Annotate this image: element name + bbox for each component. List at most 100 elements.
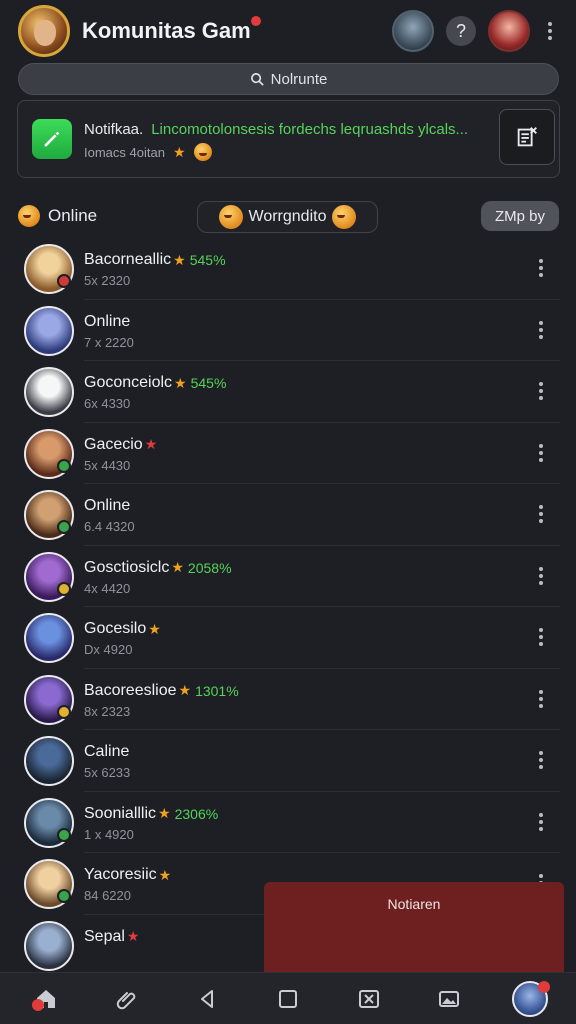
- friend-meta: 7 x 2220: [84, 334, 134, 350]
- status-badge: [57, 274, 71, 288]
- friend-meta: 1 x 4920: [84, 826, 134, 842]
- square-icon[interactable]: [268, 979, 308, 1019]
- friend-avatar[interactable]: [24, 613, 74, 663]
- notification-dot: [537, 980, 550, 993]
- friend-meta: 5x 4430: [84, 457, 131, 473]
- notification-dot: [32, 998, 45, 1011]
- back-triangle-icon[interactable]: [187, 979, 227, 1019]
- notification-line: Notifkaa. Lincomotolonsesis fordechs leqr…: [84, 121, 469, 138]
- friend-name: Goconceiolc ★ 545%: [84, 374, 227, 391]
- search-input[interactable]: Nolrunte: [18, 63, 559, 95]
- friend-name: Bacorneallic ★ 545%: [84, 251, 226, 268]
- status-badge: [57, 520, 71, 534]
- kebab-menu-icon[interactable]: [533, 502, 549, 526]
- kebab-menu-icon[interactable]: [533, 687, 549, 711]
- filter-online[interactable]: Online: [18, 205, 97, 227]
- help-icon[interactable]: ?: [446, 16, 476, 46]
- friend-row[interactable]: Bacoreeslioe ★ 1301% 8x 2323: [0, 669, 576, 731]
- friend-meta: Dx 4920: [84, 642, 133, 657]
- notification-dot: [250, 16, 261, 26]
- kebab-menu-icon[interactable]: [533, 625, 549, 649]
- friend-row[interactable]: Gacecio ★ 5x 4430: [0, 423, 576, 485]
- friend-name: Gocesilo ★: [84, 620, 161, 637]
- friend-percent: 545%: [190, 375, 227, 391]
- friend-name: Bacoreeslioe ★ 1301%: [84, 681, 239, 699]
- friend-row[interactable]: Soonialllic ★ 2306% 1 x 4920: [0, 792, 576, 854]
- friend-meta: 5x 6233: [84, 765, 131, 780]
- close-box-icon[interactable]: [349, 979, 389, 1019]
- friend-row[interactable]: Online 7 x 2220: [0, 300, 576, 362]
- friend-avatar-mage[interactable]: [392, 10, 434, 52]
- friend-avatar[interactable]: [24, 367, 74, 417]
- kebab-menu-icon[interactable]: [533, 441, 549, 465]
- friend-meta: 6.4 4320: [84, 519, 135, 534]
- friend-name: Gacecio ★: [84, 435, 158, 453]
- paperclip-icon[interactable]: [107, 979, 147, 1019]
- status-badge: [57, 704, 71, 719]
- home-icon[interactable]: [26, 979, 66, 1019]
- friend-meta: 84 6220: [84, 888, 131, 903]
- search-icon: [250, 72, 264, 86]
- page-title: Komunitas Gam: [82, 16, 261, 44]
- edit-pencil-icon: [32, 119, 72, 159]
- friend-meta: 5x 2320: [84, 273, 131, 288]
- notification-card[interactable]: Notifkaa. Lincomotolonsesis fordechs leqr…: [17, 100, 560, 178]
- document-list-icon[interactable]: [499, 109, 555, 165]
- filter-row: Online Worrgndito ZMp by: [0, 199, 576, 235]
- red-star-icon: ★: [144, 436, 158, 452]
- filter-middle[interactable]: Worrgndito: [197, 201, 378, 233]
- kebab-menu-icon[interactable]: [533, 564, 549, 588]
- star-icon: ★: [158, 866, 172, 883]
- star-icon: ★: [178, 682, 192, 698]
- kebab-menu-icon[interactable]: [533, 810, 549, 834]
- app-header: Komunitas Gam ?: [0, 0, 576, 62]
- game-character-avatar[interactable]: [18, 5, 70, 57]
- friend-row[interactable]: Goconceiolc ★ 545% 6x 4330: [0, 361, 576, 423]
- kebab-menu-icon[interactable]: [533, 256, 549, 280]
- search-label: Nolrunte: [270, 70, 328, 88]
- emoji-icon: [193, 143, 212, 161]
- kebab-menu-icon[interactable]: [533, 379, 549, 403]
- profile-avatar[interactable]: [488, 10, 530, 52]
- image-icon[interactable]: [429, 979, 469, 1019]
- red-star-icon: ★: [126, 928, 140, 944]
- friend-meta: 4x 4420: [84, 580, 131, 596]
- bottom-nav: [0, 972, 576, 1024]
- friend-row[interactable]: Bacorneallic ★ 545% 5x 2320: [0, 238, 576, 300]
- kebab-menu-icon[interactable]: [542, 19, 558, 43]
- emoji-icon: [218, 205, 243, 229]
- kebab-menu-icon[interactable]: [533, 318, 549, 342]
- friend-row[interactable]: Gosctiosiclc ★ 2058% 4x 4420: [0, 546, 576, 608]
- status-badge: [57, 581, 71, 596]
- friend-meta: 6x 4330: [84, 396, 131, 411]
- star-icon: ★: [158, 805, 171, 821]
- friend-name: Caline: [84, 743, 130, 760]
- friend-row[interactable]: Online 6.4 4320: [0, 484, 576, 546]
- friend-row[interactable]: Caline 5x 6233: [0, 730, 576, 792]
- friend-name: Soonialllic ★ 2306%: [84, 804, 219, 822]
- kebab-menu-icon[interactable]: [533, 748, 549, 772]
- profile-avatar-icon[interactable]: [510, 979, 550, 1019]
- friend-name: Gosctiosiclc ★ 2058%: [84, 558, 232, 576]
- friend-percent: 1301%: [195, 682, 239, 699]
- emoji-icon: [18, 205, 40, 227]
- friend-avatar[interactable]: [24, 736, 74, 786]
- friend-avatar[interactable]: [24, 920, 74, 971]
- star-icon: ★: [174, 374, 187, 391]
- star-icon: ★: [173, 251, 186, 268]
- friend-list: Bacorneallic ★ 545% 5x 2320 Online 7 x 2220 Go…: [0, 238, 576, 976]
- friend-avatar[interactable]: [24, 305, 74, 356]
- notification-toast[interactable]: Notiaren: [264, 882, 564, 974]
- emoji-icon: [332, 205, 357, 229]
- notification-subtitle: Iomacs 4oitan ★: [84, 143, 212, 161]
- star-icon: ★: [171, 559, 184, 575]
- friend-percent: 2058%: [187, 559, 232, 576]
- friend-meta: 8x 2323: [84, 703, 131, 719]
- friend-name: Online: [84, 497, 131, 514]
- friend-name: Yacoresiic ★: [84, 866, 172, 883]
- status-badge: [57, 827, 71, 842]
- friend-name: Online: [84, 312, 131, 330]
- friend-row[interactable]: Gocesilo ★ Dx 4920: [0, 607, 576, 669]
- sort-button[interactable]: ZMp by: [481, 201, 559, 231]
- friend-percent: 2306%: [174, 805, 219, 822]
